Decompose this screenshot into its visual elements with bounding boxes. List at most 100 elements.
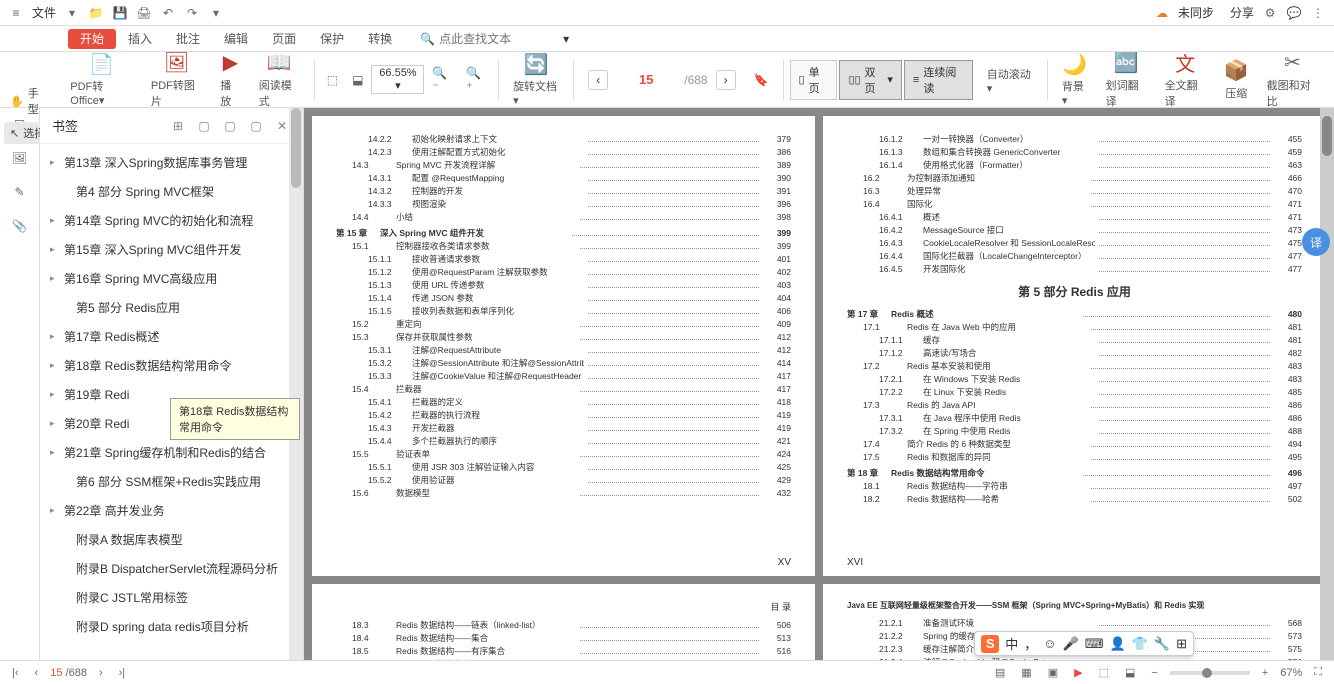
auto-scroll-button[interactable]: 自动滚动▾ bbox=[979, 62, 1041, 97]
toc-line: 17.2Redis 基本安装和使用483 bbox=[847, 360, 1302, 372]
fit-width-icon[interactable]: ⬓ bbox=[346, 73, 369, 87]
bookmark-item[interactable]: ▸第21章 Spring缓存机制和Redis的结合 bbox=[40, 438, 303, 467]
bookmark-item[interactable]: ▸第18章 Redis数据结构常用命令 bbox=[40, 351, 303, 380]
ime-mic-icon[interactable]: 🎤 bbox=[1063, 636, 1079, 652]
zoom-in-status-icon[interactable]: + bbox=[1258, 667, 1272, 679]
bookmark-item[interactable]: ▸第14章 Spring MVC的初始化和流程 bbox=[40, 206, 303, 235]
background-button[interactable]: 🌙背景▾ bbox=[1054, 50, 1096, 109]
menu-tab-4[interactable]: 页面 bbox=[260, 29, 308, 49]
zoom-percent[interactable]: 67% bbox=[1280, 667, 1302, 679]
menu-tab-3[interactable]: 编辑 bbox=[212, 29, 260, 49]
ime-settings-icon[interactable]: 👤 bbox=[1110, 636, 1126, 652]
bookmark-item[interactable]: ▸第22章 高并发业务 bbox=[40, 496, 303, 525]
menu-icon[interactable]: ≡ bbox=[8, 5, 24, 21]
zoom-in-icon[interactable]: 🔍⁺ bbox=[460, 66, 492, 94]
chevron-right-icon: ▸ bbox=[50, 331, 55, 342]
settings-icon[interactable]: ⚙ bbox=[1262, 5, 1278, 21]
add-bookmark-icon[interactable]: ⊞ bbox=[169, 117, 187, 135]
status-page[interactable]: 15 /688 bbox=[50, 667, 87, 679]
bookmark-item[interactable]: 附录A 数据库表模型 bbox=[40, 525, 303, 554]
undo-icon[interactable]: ↶ bbox=[160, 5, 176, 21]
bookmark-item[interactable]: ▸第16章 Spring MVC高级应用 bbox=[40, 264, 303, 293]
ime-keyboard-icon[interactable]: ⌨ bbox=[1085, 636, 1104, 652]
play-button[interactable]: ▶播放 bbox=[212, 49, 249, 111]
read-mode-button[interactable]: 📖阅读模式 bbox=[251, 49, 308, 111]
menu-tab-2[interactable]: 批注 bbox=[164, 29, 212, 49]
dropdown-icon[interactable]: ▾ bbox=[64, 5, 80, 21]
prev-page-icon[interactable]: ‹ bbox=[31, 667, 43, 679]
screenshot-button[interactable]: ✂截图和对比 bbox=[1259, 49, 1326, 111]
menu-tab-1[interactable]: 插入 bbox=[116, 29, 164, 49]
rotate-button[interactable]: 🔄旋转文档▾ bbox=[505, 50, 567, 109]
zoom-out-icon[interactable]: 🔍⁻ bbox=[426, 66, 458, 94]
ime-emoji-icon[interactable]: ☺ bbox=[1043, 636, 1056, 651]
zoom-slider[interactable] bbox=[1170, 671, 1250, 675]
ime-toolbar[interactable]: S 中， ☺ 🎤 ⌨ 👤 👕 🔧 ⊞ bbox=[974, 631, 1194, 656]
menu-tab-6[interactable]: 转换 bbox=[356, 29, 404, 49]
more-vert-icon[interactable]: ⋮ bbox=[1310, 5, 1326, 21]
last-page-icon[interactable]: ›| bbox=[115, 667, 130, 679]
fullscreen-icon[interactable]: ⛶ bbox=[1310, 666, 1326, 679]
view-mode4-icon[interactable]: ▶ bbox=[1070, 666, 1086, 679]
next-page-icon[interactable]: › bbox=[95, 667, 107, 679]
view-mode2-icon[interactable]: ▦ bbox=[1017, 666, 1035, 679]
feedback-icon[interactable]: 💬 bbox=[1286, 5, 1302, 21]
ime-skin-icon[interactable]: 👕 bbox=[1132, 636, 1148, 652]
bookmark-item[interactable]: ▸第15章 深入Spring MVC组件开发 bbox=[40, 235, 303, 264]
toc-line: 16.4.2MessageSource 接口473 bbox=[847, 224, 1302, 236]
bookmark-nav-icon[interactable]: 🔖 bbox=[746, 73, 777, 87]
full-translate-button[interactable]: 文全文翻译 bbox=[1157, 49, 1214, 111]
search-icon[interactable]: 🔍 bbox=[420, 32, 435, 46]
page-input[interactable] bbox=[616, 72, 676, 87]
thumbnail-icon[interactable]: 🖼 bbox=[8, 146, 32, 170]
document-scrollbar[interactable] bbox=[1322, 116, 1332, 156]
pdf-to-office-button[interactable]: 📄PDF转Office▾ bbox=[62, 50, 141, 109]
bookmark-item[interactable]: ▸第17章 Redis概述 bbox=[40, 322, 303, 351]
translate-float-icon[interactable]: 译 bbox=[1302, 228, 1330, 256]
bookmark-item[interactable]: 附录B DispatcherServlet流程源码分析 bbox=[40, 554, 303, 583]
search-input[interactable] bbox=[439, 32, 559, 46]
redo-icon[interactable]: ↷ bbox=[184, 5, 200, 21]
menu-tab-5[interactable]: 保护 bbox=[308, 29, 356, 49]
bookmark-opt1-icon[interactable]: ▢ bbox=[195, 117, 213, 135]
print-icon[interactable]: 🖨 bbox=[136, 5, 152, 21]
single-page-button[interactable]: ▯单页 bbox=[790, 60, 838, 100]
sync-status[interactable]: 未同步 bbox=[1178, 4, 1214, 21]
view-mode1-icon[interactable]: ▤ bbox=[991, 666, 1009, 679]
attachment-icon[interactable]: 📎 bbox=[8, 214, 32, 238]
zoom-out-status-icon[interactable]: − bbox=[1147, 667, 1161, 679]
compress-button[interactable]: 📦压缩 bbox=[1216, 57, 1257, 103]
save-icon[interactable]: 💾 bbox=[112, 5, 128, 21]
double-page-button[interactable]: ▯▯双页▾ bbox=[839, 60, 901, 100]
bookmark-item[interactable]: 第5 部分 Redis应用 bbox=[40, 293, 303, 322]
menu-tab-0[interactable]: 开始 bbox=[68, 29, 116, 49]
view-mode3-icon[interactable]: ▣ bbox=[1044, 666, 1062, 679]
more-icon[interactable]: ▾ bbox=[208, 5, 224, 21]
ime-grid-icon[interactable]: ⊞ bbox=[1176, 636, 1187, 652]
view-mode6-icon[interactable]: ⬓ bbox=[1121, 666, 1139, 679]
file-menu[interactable]: 文件 bbox=[32, 4, 56, 21]
search-dropdown-icon[interactable]: ▾ bbox=[563, 32, 569, 46]
bookmark-opt3-icon[interactable]: ▢ bbox=[247, 117, 265, 135]
bookmark-item[interactable]: 附录C JSTL常用标签 bbox=[40, 583, 303, 612]
view-mode5-icon[interactable]: ⬚ bbox=[1095, 666, 1113, 679]
prev-page-button[interactable]: ‹ bbox=[588, 70, 608, 90]
bookmark-item[interactable]: 第6 部分 SSM框架+Redis实践应用 bbox=[40, 467, 303, 496]
continuous-button[interactable]: ≡连续阅读 bbox=[904, 60, 973, 100]
annotation-icon[interactable]: ✎ bbox=[8, 180, 32, 204]
zoom-level[interactable]: 66.55% ▾ bbox=[371, 65, 424, 94]
open-icon[interactable]: 📁 bbox=[88, 5, 104, 21]
share-button[interactable]: 分享 bbox=[1230, 4, 1254, 21]
next-page-button[interactable]: › bbox=[716, 70, 736, 90]
ime-tool-icon[interactable]: 🔧 bbox=[1154, 636, 1170, 652]
toc-line: 15.4.4多个拦截器执行的顺序421 bbox=[336, 435, 791, 447]
first-page-icon[interactable]: |‹ bbox=[8, 667, 23, 679]
bookmark-item[interactable]: ▸第13章 深入Spring数据库事务管理 bbox=[40, 148, 303, 177]
bookmark-item[interactable]: 附录D spring data redis项目分析 bbox=[40, 612, 303, 641]
fit-page-icon[interactable]: ⬚ bbox=[321, 73, 344, 87]
bookmark-item[interactable]: 第4 部分 Spring MVC框架 bbox=[40, 177, 303, 206]
cloud-icon[interactable]: ☁ bbox=[1154, 5, 1170, 21]
word-translate-button[interactable]: 🔤划词翻译 bbox=[1098, 49, 1155, 111]
pdf-to-image-button[interactable]: 🖼PDF转图片 bbox=[143, 49, 210, 111]
bookmark-opt2-icon[interactable]: ▢ bbox=[221, 117, 239, 135]
